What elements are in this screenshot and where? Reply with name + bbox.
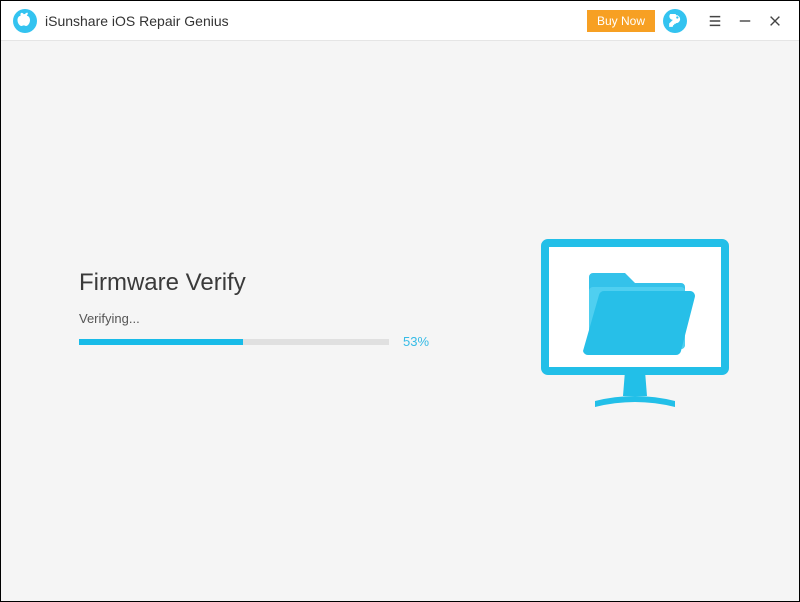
menu-button[interactable] xyxy=(703,9,727,33)
progress-fill xyxy=(79,339,243,345)
progress-row: 53% xyxy=(79,334,459,349)
app-logo-icon xyxy=(13,9,37,33)
register-key-button[interactable] xyxy=(663,9,687,33)
progress-percentage: 53% xyxy=(403,334,429,349)
progress-bar xyxy=(79,339,389,345)
titlebar: iSunshare iOS Repair Genius Buy Now xyxy=(1,1,799,41)
app-title: iSunshare iOS Repair Genius xyxy=(45,13,587,29)
section-heading: Firmware Verify xyxy=(79,269,459,297)
minimize-button[interactable] xyxy=(733,9,757,33)
content-area: Firmware Verify Verifying... 53% xyxy=(1,41,799,601)
status-text: Verifying... xyxy=(79,311,459,326)
close-button[interactable] xyxy=(763,9,787,33)
progress-section: Firmware Verify Verifying... 53% xyxy=(79,269,459,349)
buy-now-button[interactable]: Buy Now xyxy=(587,10,655,32)
monitor-folder-icon xyxy=(535,231,735,431)
